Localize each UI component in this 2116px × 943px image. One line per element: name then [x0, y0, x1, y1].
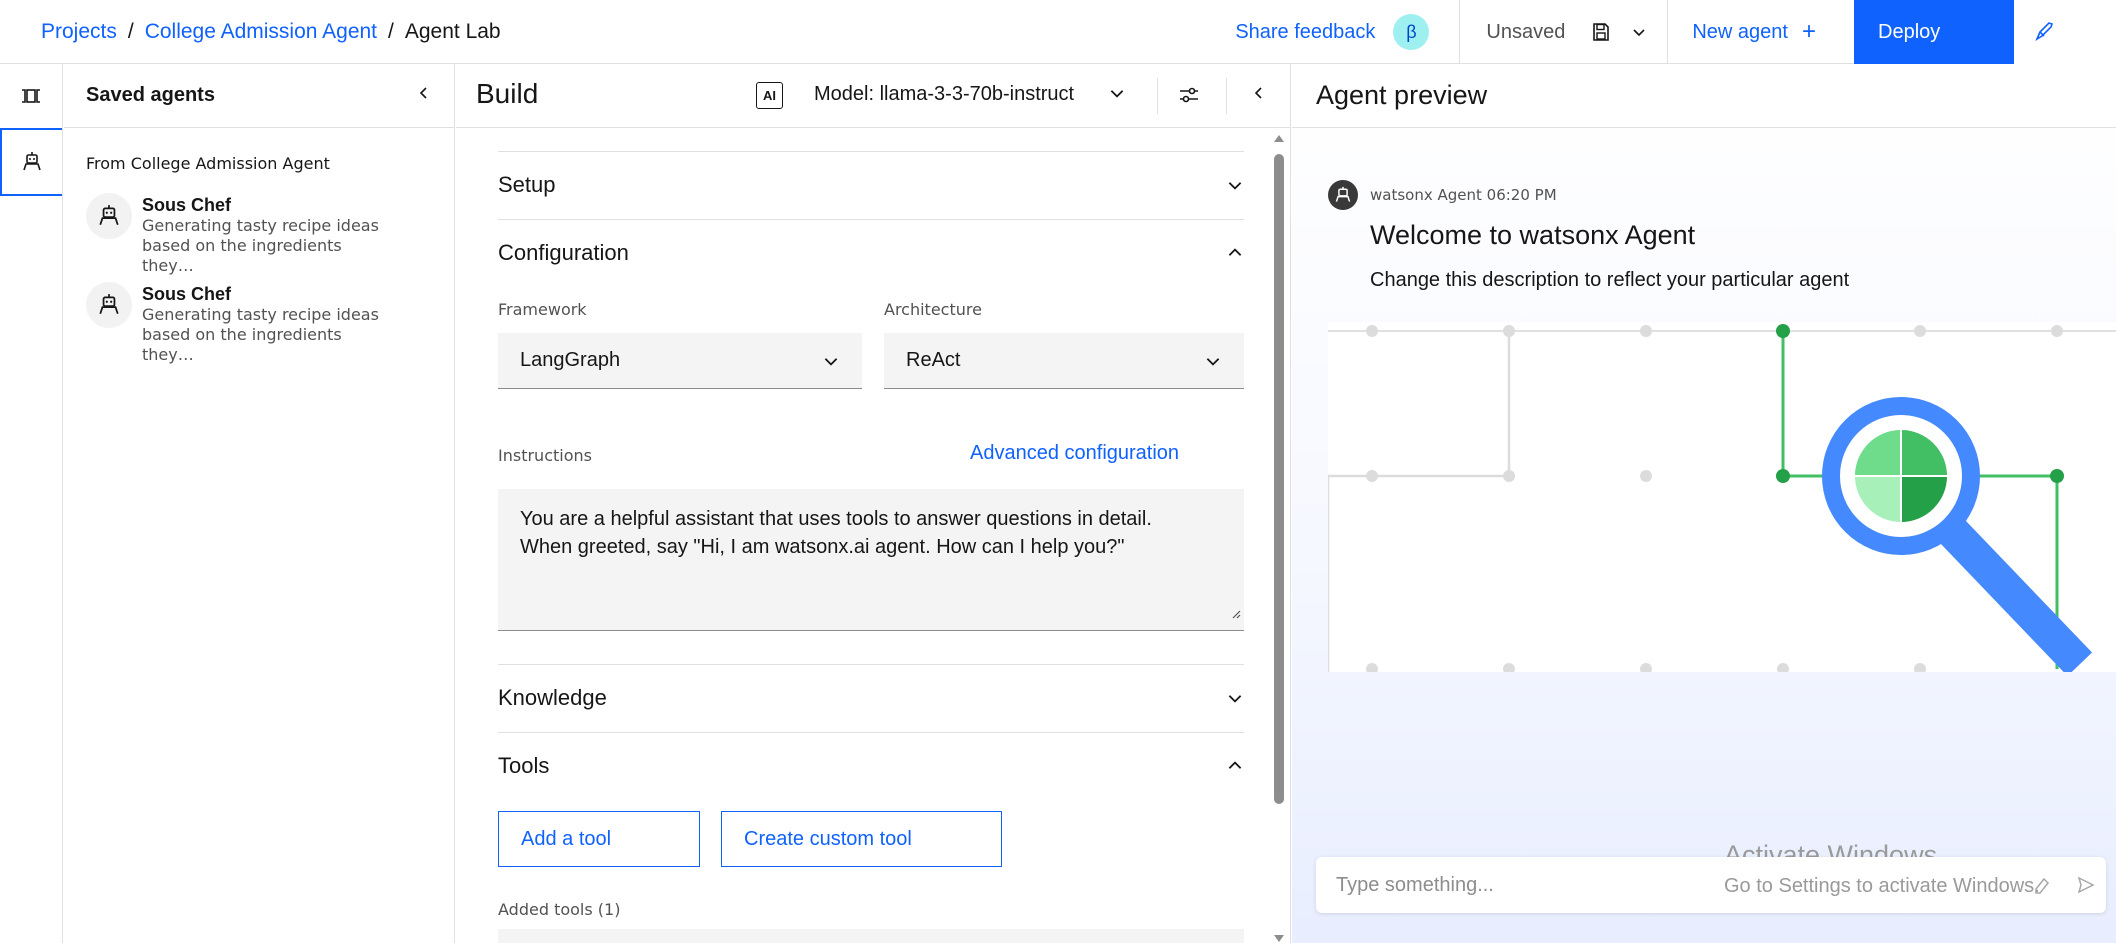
- create-custom-tool-button[interactable]: Create custom tool: [721, 811, 1002, 867]
- welcome-description: Change this description to reflect your …: [1370, 269, 1850, 291]
- collapse-chevron-left-icon[interactable]: [1251, 84, 1267, 107]
- agent-description-line: Generating tasty recipe ideas: [142, 305, 379, 324]
- breadcrumb: Projects / College Admission Agent / Age…: [41, 20, 501, 44]
- agent-icon[interactable]: [0, 128, 62, 196]
- accordion-configuration[interactable]: Configuration: [498, 219, 1244, 287]
- welcome-illustration: [1328, 322, 2116, 672]
- beta-badge: β: [1393, 14, 1430, 50]
- chevron-down-icon: [1206, 357, 1220, 366]
- divider: [1226, 78, 1227, 114]
- saved-agents-header: Saved agents: [64, 64, 454, 128]
- added-tool-item[interactable]: [498, 929, 1244, 943]
- saved-agent-item[interactable]: Sous Chef Generating tasty recipe ideas …: [86, 282, 454, 365]
- added-tools-label: Added tools (1): [498, 900, 621, 919]
- accordion-title: Configuration: [498, 240, 629, 265]
- collapse-chevron-left-icon[interactable]: [416, 85, 432, 106]
- chat-input-placeholder: Type something...: [1336, 874, 1494, 896]
- settings-adjust-icon[interactable]: [1178, 84, 1200, 111]
- framework-select[interactable]: LangGraph: [498, 333, 862, 389]
- chevron-up-icon: [1226, 244, 1244, 267]
- chevron-down-icon: [1226, 176, 1244, 199]
- saved-agent-item[interactable]: Sous Chef Generating tasty recipe ideas …: [86, 193, 454, 276]
- chevron-up-icon: [1226, 757, 1244, 780]
- instructions-textarea[interactable]: You are a helpful assistant that uses to…: [498, 489, 1244, 631]
- breadcrumb-separator: /: [388, 20, 394, 43]
- top-bar: Projects / College Admission Agent / Age…: [0, 0, 2116, 64]
- new-agent-label: New agent: [1692, 20, 1788, 43]
- agent-preview-panel: Agent preview watsonx Agent 06:20 PM Wel…: [1292, 64, 2116, 943]
- framework-value: LangGraph: [520, 349, 621, 371]
- ai-badge-icon: AI: [756, 82, 783, 109]
- accordion-knowledge[interactable]: Knowledge: [498, 664, 1244, 732]
- model-selector-label[interactable]: Model: llama-3-3-70b-instruct: [814, 83, 1074, 106]
- deploy-button[interactable]: Deploy: [1854, 0, 2014, 64]
- plus-icon: +: [1801, 18, 1816, 45]
- agent-avatar-icon: [1328, 180, 1358, 210]
- share-feedback-link[interactable]: Share feedback: [1235, 0, 1393, 64]
- deploy-icon-area: [2014, 0, 2116, 64]
- welcome-title: Welcome to watsonx Agent: [1370, 220, 1696, 250]
- saved-agents-source: From College Admission Agent: [86, 154, 330, 173]
- instructions-text-line: When greeted, say "Hi, I am watsonx.ai a…: [520, 536, 1125, 558]
- chevron-down-icon: [1226, 689, 1244, 712]
- agent-name: Sous Chef: [142, 195, 232, 215]
- breadcrumb-separator: /: [127, 20, 134, 43]
- deploy-label: Deploy: [1878, 20, 1941, 43]
- accordion-title: Tools: [498, 753, 550, 778]
- activation-watermark-subtitle: Go to Settings to activate Windows.: [1724, 875, 2040, 897]
- agent-description-line: based on the ingredients they…: [142, 236, 342, 275]
- scrollbar-thumb[interactable]: [1274, 154, 1284, 804]
- save-icon[interactable]: [1591, 0, 1625, 64]
- advanced-configuration-link[interactable]: Advanced configuration: [970, 442, 1179, 465]
- saved-agents-panel: Saved agents From College Admission Agen…: [64, 64, 455, 943]
- accordion-title: Knowledge: [498, 685, 607, 710]
- accordion-setup[interactable]: Setup: [498, 151, 1244, 219]
- accordion-tools[interactable]: Tools: [498, 732, 1244, 800]
- model-chevron-down-icon[interactable]: [1108, 84, 1126, 107]
- left-rail: [0, 64, 63, 943]
- save-status: Unsaved: [1486, 20, 1566, 43]
- resize-handle-icon[interactable]: [1231, 599, 1241, 627]
- architecture-select[interactable]: ReAct: [884, 333, 1244, 389]
- agent-avatar-icon: [86, 282, 132, 328]
- accordion-title: Setup: [498, 172, 556, 197]
- saved-agents-title: Saved agents: [86, 84, 215, 106]
- new-agent-button[interactable]: New agent +: [1668, 0, 1854, 64]
- instructions-label: Instructions: [498, 446, 592, 465]
- agent-preview-title: Agent preview: [1316, 80, 1488, 110]
- breadcrumb-current: Agent Lab: [404, 20, 501, 43]
- breadcrumb-project-link[interactable]: College Admission Agent: [145, 20, 377, 44]
- save-options-chevron-down-icon[interactable]: [1625, 0, 1667, 64]
- chevron-down-icon: [824, 357, 838, 366]
- build-header: Build AI Model: llama-3-3-70b-instruct: [456, 64, 1290, 128]
- divider: [1157, 78, 1158, 114]
- agent-description-line: based on the ingredients they…: [142, 325, 342, 364]
- panel-toggle-icon[interactable]: [0, 64, 62, 128]
- agent-name: Sous Chef: [142, 284, 232, 304]
- build-title: Build: [476, 78, 539, 109]
- agent-description-line: Generating tasty recipe ideas: [142, 216, 379, 235]
- architecture-label: Architecture: [884, 300, 982, 319]
- breadcrumb-projects-link[interactable]: Projects: [41, 20, 117, 44]
- framework-label: Framework: [498, 300, 587, 319]
- architecture-value: ReAct: [906, 349, 961, 371]
- agent-preview-header: Agent preview: [1292, 64, 2116, 128]
- build-panel: Build AI Model: llama-3-3-70b-instruct S…: [456, 64, 1291, 943]
- beta-badge-wrap: β: [1393, 0, 1459, 64]
- rocket-icon[interactable]: [2032, 20, 2056, 49]
- agent-avatar-icon: [86, 193, 132, 239]
- message-meta: watsonx Agent 06:20 PM: [1370, 186, 1557, 204]
- send-icon[interactable]: [2076, 875, 2096, 900]
- instructions-text-line: You are a helpful assistant that uses to…: [520, 508, 1152, 530]
- add-tool-button[interactable]: Add a tool: [498, 811, 700, 867]
